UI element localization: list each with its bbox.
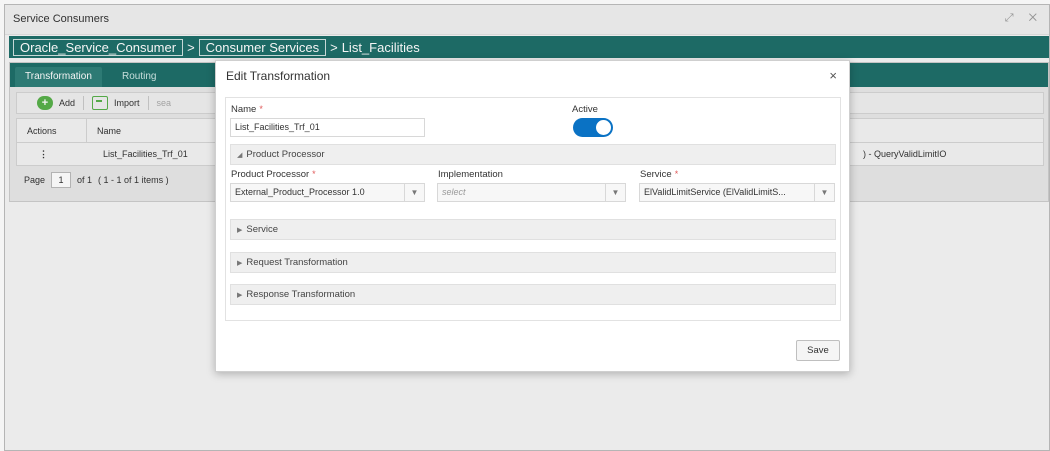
product-processor-select[interactable]: External_Product_Processor 1.0 ▼ xyxy=(230,183,425,202)
product-processor-label-text: Product Processor xyxy=(231,169,310,180)
active-label: Active xyxy=(572,104,598,115)
expand-triangle-icon: ▶ xyxy=(237,227,243,234)
response-transformation-section-label: Response Transformation xyxy=(246,289,356,300)
dialog-title: Edit Transformation xyxy=(226,69,331,83)
name-input[interactable]: List_Facilities_Trf_01 xyxy=(230,118,425,137)
request-transformation-section-label: Request Transformation xyxy=(246,257,348,268)
product-processor-label: Product Processor * xyxy=(231,169,316,180)
name-label: Name * xyxy=(231,104,263,115)
product-processor-value: External_Product_Processor 1.0 xyxy=(235,187,365,197)
edit-transformation-dialog: Edit Transformation × Name * List_Facilit… xyxy=(215,60,850,372)
product-processor-section[interactable]: ◢ Product Processor xyxy=(230,144,836,165)
chevron-down-icon: ▼ xyxy=(605,184,625,201)
request-transformation-section[interactable]: ▶ Request Transformation xyxy=(230,252,836,273)
dialog-form: Name * List_Facilities_Trf_01 Active ◢ Pro… xyxy=(225,97,841,321)
chevron-down-icon: ▼ xyxy=(404,184,424,201)
service-select[interactable]: ElValidLimitService (ElValidLimitS... ▼ xyxy=(639,183,835,202)
name-label-text: Name xyxy=(231,104,257,115)
implementation-placeholder: select xyxy=(442,187,466,197)
service-section-label: Service xyxy=(246,224,279,235)
required-mark: * xyxy=(259,104,263,114)
toggle-knob xyxy=(596,120,611,135)
required-mark: * xyxy=(312,169,316,179)
response-transformation-section[interactable]: ▶ Response Transformation xyxy=(230,284,836,305)
implementation-label: Implementation xyxy=(438,169,503,180)
chevron-down-icon: ▼ xyxy=(814,184,834,201)
save-button[interactable]: Save xyxy=(796,340,840,361)
collapse-triangle-icon: ◢ xyxy=(237,152,243,159)
required-mark: * xyxy=(674,169,679,179)
close-icon[interactable]: × xyxy=(829,68,837,83)
expand-triangle-icon: ▶ xyxy=(237,260,243,267)
expand-triangle-icon: ▶ xyxy=(237,292,243,299)
service-label-text: Service xyxy=(640,169,672,180)
service-label: Service * xyxy=(640,169,678,180)
product-processor-section-label: Product Processor xyxy=(246,149,325,160)
implementation-select[interactable]: select ▼ xyxy=(437,183,626,202)
active-toggle[interactable] xyxy=(573,118,613,137)
service-value: ElValidLimitService (ElValidLimitS... xyxy=(644,187,786,197)
service-section[interactable]: ▶ Service xyxy=(230,219,836,240)
